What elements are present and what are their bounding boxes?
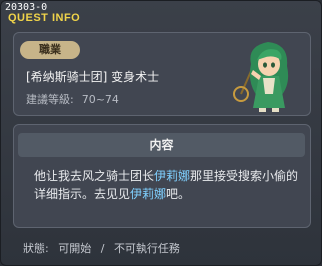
window-title: QUEST INFO bbox=[8, 12, 81, 24]
content-header: 内容 bbox=[18, 133, 305, 157]
npc-name-link[interactable]: 伊莉娜 bbox=[154, 169, 190, 183]
desc-text-3: 吧。 bbox=[166, 187, 191, 201]
recommended-level: 建議等級: 70~74 bbox=[26, 91, 119, 107]
npc-portrait-icon bbox=[233, 42, 289, 112]
level-label: 建議等級: bbox=[26, 93, 74, 106]
quest-status: 狀態: 可開始 / 不可執行任務 bbox=[23, 240, 186, 256]
job-badge: 職業 bbox=[20, 41, 80, 59]
status-separator: / bbox=[100, 242, 105, 255]
status-label: 狀態: bbox=[23, 242, 49, 255]
npc-name-link[interactable]: 伊莉娜 bbox=[130, 187, 166, 201]
status-value-unavailable: 不可執行任務 bbox=[113, 242, 180, 255]
desc-text-1: 他让我去风之骑士团长 bbox=[34, 169, 155, 183]
quest-description: 他让我去风之骑士团长伊莉娜那里接受搜索小偷的详细指示。去见见伊莉娜吧。 bbox=[34, 167, 306, 203]
status-value-startable: 可開始 bbox=[58, 242, 92, 255]
job-name: [希纳斯骑士团] 变身术士 bbox=[26, 70, 160, 84]
level-range: 70~74 bbox=[81, 93, 119, 106]
quest-info-window: 20303-0 QUEST INFO 職業 [希纳斯骑士团] 变身术士 建議等級… bbox=[0, 0, 322, 266]
